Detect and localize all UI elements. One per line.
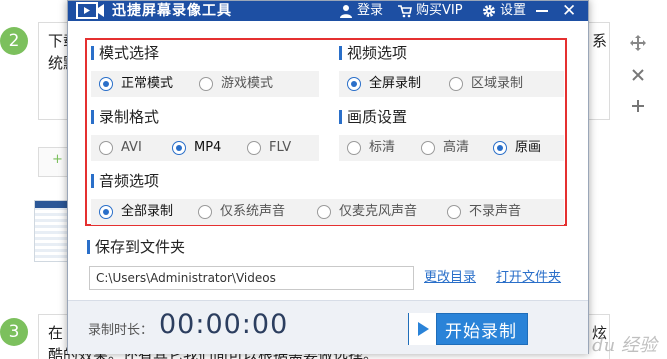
mode-section-label: 模式选择 (91, 43, 159, 63)
video-options-row: 全屏录制 区域录制 (339, 71, 564, 97)
format-mp4-radio[interactable]: MP4 (172, 135, 221, 161)
audio-section-label: 音频选项 (91, 171, 159, 191)
mode-normal-radio[interactable]: 正常模式 (99, 71, 173, 97)
step-text-line: 在 (48, 324, 64, 342)
radio-icon (447, 205, 461, 219)
recording-footer: 录制时长： 00:00:00 开始录制 (68, 300, 588, 354)
audio-system-only-radio[interactable]: 仅系统声音 (198, 199, 285, 225)
audio-options-row: 全部录制 仅系统声音 仅麦克风声音 不录声音 (91, 199, 564, 225)
format-flv-radio[interactable]: FLV (247, 135, 291, 161)
mode-options-row: 正常模式 游戏模式 (91, 71, 319, 97)
radio-label: FLV (269, 140, 292, 155)
format-section-label: 录制格式 (91, 107, 159, 127)
screen-recorder-window: 迅捷屏幕录像工具 登录 购买VIP 设置 ✕ 模式选择 正常模式 游戏模式 视频… (67, 0, 589, 354)
step-text-line-end: 系 (592, 32, 608, 50)
radio-label: 高清 (443, 140, 470, 155)
radio-icon (99, 141, 113, 155)
step-number-badge: 3 (0, 318, 28, 346)
start-recording-button[interactable]: 开始录制 (408, 313, 528, 345)
save-path-field[interactable]: C:\Users\Administrator\Videos (89, 266, 414, 290)
radio-selected-icon (99, 77, 113, 91)
quality-original-radio[interactable]: 原画 (493, 135, 541, 161)
format-options-row: AVI MP4 FLV (91, 135, 319, 161)
radio-label: 原画 (515, 140, 542, 155)
title-bar[interactable]: 迅捷屏幕录像工具 登录 购买VIP 设置 ✕ (68, 1, 588, 21)
close-icon[interactable] (628, 67, 648, 87)
radio-icon (449, 77, 463, 91)
quality-options-row: 标清 高清 原画 (339, 135, 564, 161)
open-folder-link[interactable]: 打开文件夹 (496, 269, 561, 287)
audio-none-radio[interactable]: 不录声音 (447, 199, 521, 225)
change-directory-link[interactable]: 更改目录 (424, 269, 476, 287)
radio-icon (199, 77, 213, 91)
duration-label: 录制时长： (88, 323, 154, 338)
radio-label: MP4 (194, 140, 222, 155)
radio-label: 全部录制 (121, 204, 174, 219)
radio-label: AVI (121, 140, 142, 155)
audio-all-radio[interactable]: 全部录制 (99, 199, 173, 225)
recording-settings-panel (85, 38, 567, 226)
radio-label: 仅麦克风声音 (339, 204, 418, 219)
app-title: 迅捷屏幕录像工具 (112, 3, 232, 19)
minimize-button[interactable] (536, 10, 548, 12)
radio-label: 全屏录制 (369, 76, 422, 91)
gear-icon (483, 5, 495, 17)
app-logo-icon (76, 2, 104, 19)
start-recording-label: 开始录制 (445, 321, 517, 342)
radio-label: 游戏模式 (221, 76, 274, 91)
radio-label: 标清 (369, 140, 396, 155)
video-region-radio[interactable]: 区域录制 (449, 71, 523, 97)
login-label: 登录 (357, 3, 384, 18)
buy-vip-label: 购买VIP (416, 3, 463, 18)
quality-sd-radio[interactable]: 标清 (347, 135, 395, 161)
video-section-label: 视频选项 (339, 43, 407, 63)
screenshot-thumbnail[interactable] (34, 200, 68, 262)
cart-icon (398, 5, 412, 18)
radio-icon (421, 141, 435, 155)
quality-hd-radio[interactable]: 高清 (421, 135, 469, 161)
radio-selected-icon (347, 77, 361, 91)
settings-button[interactable]: 设置 (482, 1, 526, 21)
play-icon (409, 313, 437, 345)
radio-icon (347, 141, 361, 155)
save-folder-label: 保存到文件夹 (87, 237, 185, 257)
settings-label: 设置 (500, 3, 527, 18)
duration-timer: 00:00:00 (159, 309, 289, 340)
move-icon[interactable] (628, 34, 648, 54)
buy-vip-button[interactable]: 购买VIP (398, 1, 463, 21)
add-step-plus[interactable]: + (52, 152, 63, 167)
radio-label: 正常模式 (121, 76, 174, 91)
video-fullscreen-radio[interactable]: 全屏录制 (347, 71, 421, 97)
step-number-badge: 2 (0, 27, 28, 55)
radio-label: 仅系统声音 (220, 204, 286, 219)
close-button[interactable]: ✕ (562, 2, 576, 20)
login-button[interactable]: 登录 (339, 1, 383, 21)
radio-selected-icon (99, 205, 113, 219)
radio-selected-icon (172, 141, 186, 155)
radio-label: 不录声音 (469, 204, 522, 219)
mode-game-radio[interactable]: 游戏模式 (199, 71, 273, 97)
radio-label: 区域录制 (471, 76, 524, 91)
radio-selected-icon (493, 141, 507, 155)
radio-icon (317, 205, 331, 219)
add-icon[interactable] (628, 98, 648, 118)
radio-icon (198, 205, 212, 219)
format-avi-radio[interactable]: AVI (99, 135, 142, 161)
quality-section-label: 画质设置 (339, 107, 407, 127)
audio-mic-only-radio[interactable]: 仅麦克风声音 (317, 199, 417, 225)
radio-icon (247, 141, 261, 155)
user-icon (340, 5, 352, 18)
